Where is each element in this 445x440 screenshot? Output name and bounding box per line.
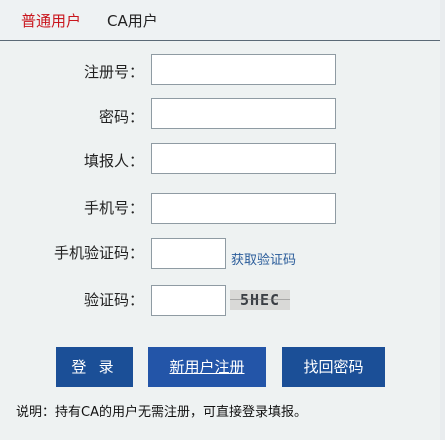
login-form: 注册号： 密码： 填报人： 手机号： 手机验证码： 获取验证码 验证码： 5HE… — [0, 41, 440, 440]
tab-normal-user[interactable]: 普通用户 — [21, 12, 81, 30]
register-button[interactable]: 新用户注册 — [148, 347, 266, 387]
password-label: 密码： — [98, 108, 144, 126]
phone-label: 手机号： — [83, 199, 144, 217]
recover-password-button[interactable]: 找回密码 — [282, 347, 385, 387]
login-tabs: 普通用户 CA用户 — [0, 0, 440, 41]
phone-input[interactable] — [151, 193, 336, 224]
sms-code-label: 手机验证码： — [53, 244, 144, 262]
sms-code-input[interactable] — [151, 238, 226, 269]
captcha-input[interactable] — [151, 285, 226, 316]
filer-input[interactable] — [151, 143, 336, 174]
tab-ca-user[interactable]: CA用户 — [107, 12, 158, 30]
password-input[interactable] — [151, 98, 336, 129]
registration-no-label: 注册号： — [83, 63, 144, 81]
captcha-image[interactable]: 5HEC — [230, 290, 290, 310]
get-sms-code-link[interactable]: 获取验证码 — [231, 253, 296, 269]
captcha-label: 验证码： — [83, 291, 144, 309]
registration-no-input[interactable] — [151, 54, 336, 85]
login-note: 说明：持有CA的用户无需注册，可直接登录填报。 — [16, 405, 307, 420]
filer-label: 填报人： — [83, 152, 144, 170]
login-button[interactable]: 登 录 — [56, 347, 133, 387]
